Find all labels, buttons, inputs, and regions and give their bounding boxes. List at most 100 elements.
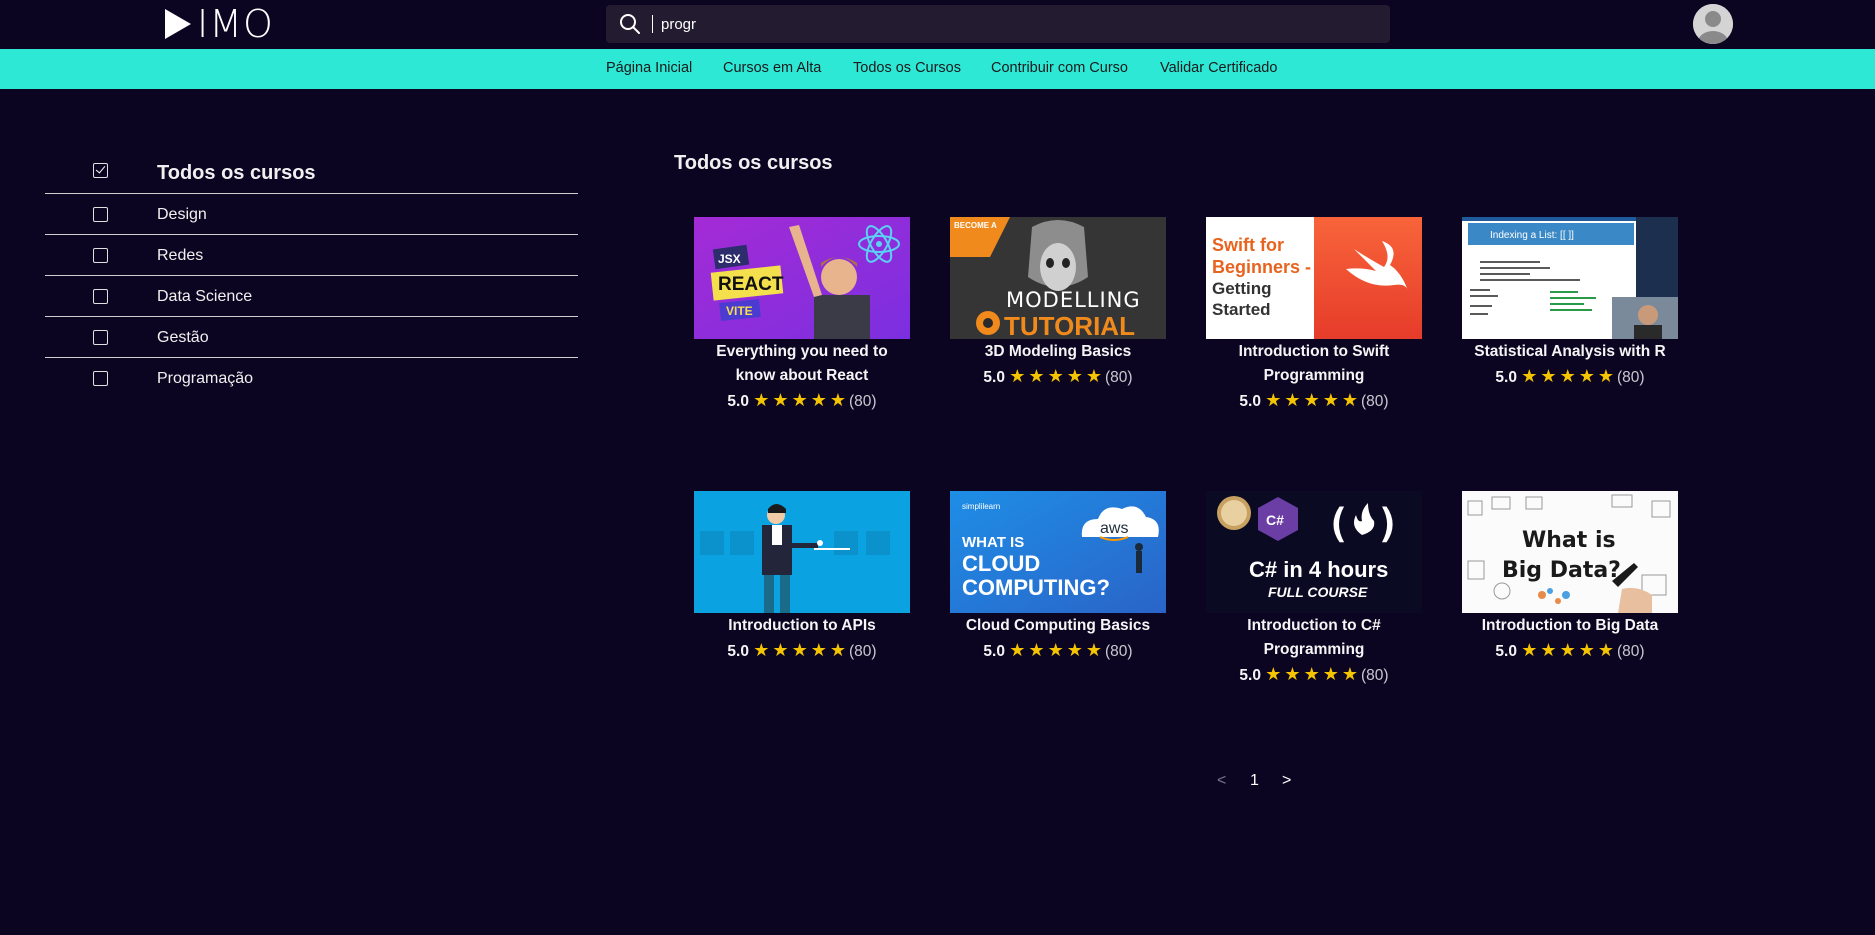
thumb-text: CLOUD bbox=[962, 551, 1040, 576]
star-rating-icon: ★★★★★ bbox=[753, 640, 849, 660]
star-rating-icon: ★★★★★ bbox=[1009, 640, 1105, 660]
thumb-text: REACT bbox=[718, 274, 784, 295]
thumb-text: Big Data? bbox=[1502, 558, 1621, 583]
star-rating-icon: ★★★★★ bbox=[1265, 664, 1361, 684]
thumb-text: VITE bbox=[726, 304, 753, 318]
checkbox[interactable] bbox=[93, 371, 108, 386]
category-item-todos[interactable]: Todos os cursos bbox=[45, 153, 578, 194]
star-rating-icon: ★★★★★ bbox=[1521, 366, 1617, 386]
section-title: Todos os cursos bbox=[674, 152, 833, 174]
course-card[interactable]: simplilearn WHAT IS CLOUD COMPUTING? aws… bbox=[950, 491, 1166, 664]
user-avatar-icon bbox=[1693, 4, 1733, 44]
nav-cursos-em-alta[interactable]: Cursos em Alta bbox=[723, 60, 821, 76]
main-nav: Página Inicial Cursos em Alta Todos os C… bbox=[0, 49, 1875, 89]
rating-score: 5.0 bbox=[1495, 643, 1517, 660]
course-card[interactable]: C# ( ) C# in 4 hours FULL COURSE Introdu… bbox=[1206, 491, 1422, 688]
course-card[interactable]: What is Big Data? Introduction to Big Da… bbox=[1462, 491, 1678, 664]
course-thumbnail[interactable]: C# ( ) C# in 4 hours FULL COURSE bbox=[1206, 491, 1422, 613]
course-thumbnail[interactable]: Indexing a List: [[ ]] bbox=[1462, 217, 1678, 339]
rating-score: 5.0 bbox=[983, 369, 1005, 386]
thumb-text: Indexing a List: [[ ]] bbox=[1490, 230, 1574, 241]
search-icon[interactable] bbox=[618, 12, 642, 36]
course-rating: 5.0 ★★★★★(80) bbox=[694, 638, 910, 664]
course-title[interactable]: Introduction to Swift Programming bbox=[1206, 340, 1422, 388]
nav-todos-os-cursos[interactable]: Todos os Cursos bbox=[853, 60, 961, 76]
category-label: Data Science bbox=[157, 288, 253, 305]
nav-validar-certificado[interactable]: Validar Certificado bbox=[1160, 60, 1277, 76]
category-label: Programação bbox=[157, 370, 254, 387]
thumb-text: TUTORIAL bbox=[1004, 311, 1135, 339]
rating-score: 5.0 bbox=[983, 643, 1005, 660]
nav-pagina-inicial[interactable]: Página Inicial bbox=[606, 60, 692, 76]
star-rating-icon: ★★★★★ bbox=[753, 390, 849, 410]
thumb-text: simplilearn bbox=[962, 502, 1000, 511]
course-card[interactable]: JSX REACT VITE Everything you need to kn… bbox=[694, 217, 910, 414]
pagination-next[interactable]: > bbox=[1282, 772, 1291, 790]
star-rating-icon: ★★★★★ bbox=[1521, 640, 1617, 660]
thumb-text: MODELLING bbox=[1006, 288, 1141, 312]
course-title[interactable]: Statistical Analysis with R bbox=[1462, 340, 1678, 364]
avatar[interactable] bbox=[1693, 4, 1733, 44]
thumb-text: aws bbox=[1100, 520, 1128, 537]
star-rating-icon: ★★★★★ bbox=[1265, 390, 1361, 410]
thumb-text: Beginners - bbox=[1212, 257, 1311, 277]
course-thumbnail[interactable] bbox=[694, 491, 910, 613]
course-title[interactable]: Introduction to Big Data bbox=[1462, 614, 1678, 638]
course-thumbnail[interactable]: BECOME A MODELLING TUTORIAL bbox=[950, 217, 1166, 339]
course-title[interactable]: Introduction to C# Programming bbox=[1206, 614, 1422, 662]
course-rating: 5.0 ★★★★★(80) bbox=[1206, 388, 1422, 414]
course-thumbnail[interactable]: Swift for Beginners - Getting Started bbox=[1206, 217, 1422, 339]
course-card[interactable]: BECOME A MODELLING TUTORIAL 3D Modeling … bbox=[950, 217, 1166, 390]
course-title[interactable]: Everything you need to know about React bbox=[694, 340, 910, 388]
search-input[interactable] bbox=[661, 15, 1361, 33]
pagination-page-1[interactable]: 1 bbox=[1250, 772, 1259, 790]
course-title[interactable]: 3D Modeling Basics bbox=[950, 340, 1166, 364]
course-title[interactable]: Cloud Computing Basics bbox=[950, 614, 1166, 638]
course-card[interactable]: Introduction to APIs 5.0 ★★★★★(80) bbox=[694, 491, 910, 664]
top-header: IMO bbox=[0, 0, 1875, 49]
course-rating: 5.0 ★★★★★(80) bbox=[1206, 662, 1422, 688]
course-thumbnail[interactable]: simplilearn WHAT IS CLOUD COMPUTING? aws bbox=[950, 491, 1166, 613]
thumb-text: COMPUTING? bbox=[962, 575, 1110, 600]
pagination-prev[interactable]: < bbox=[1217, 772, 1226, 790]
logo-text: IMO bbox=[197, 2, 274, 46]
svg-text:): ) bbox=[1376, 501, 1400, 547]
checkbox[interactable] bbox=[93, 330, 108, 345]
category-item-data-science[interactable]: Data Science bbox=[45, 276, 578, 317]
checkbox-checked[interactable] bbox=[93, 163, 108, 178]
star-rating-icon: ★★★★★ bbox=[1009, 366, 1105, 386]
rating-score: 5.0 bbox=[1495, 369, 1517, 386]
course-rating: 5.0 ★★★★★(80) bbox=[694, 388, 910, 414]
category-item-programacao[interactable]: Programação bbox=[45, 358, 578, 399]
thumb-text: C# in 4 hours bbox=[1249, 557, 1388, 582]
thumb-text: Swift for bbox=[1212, 235, 1284, 255]
course-thumbnail[interactable]: JSX REACT VITE bbox=[694, 217, 910, 339]
thumb-text: What is bbox=[1522, 528, 1616, 553]
category-item-redes[interactable]: Redes bbox=[45, 235, 578, 276]
category-label: Gestão bbox=[157, 329, 209, 346]
category-filter: Todos os cursos Design Redes Data Scienc… bbox=[45, 153, 578, 399]
rating-count: (80) bbox=[1104, 643, 1133, 660]
course-rating: 5.0 ★★★★★(80) bbox=[1462, 364, 1678, 390]
rating-count: (80) bbox=[1360, 393, 1389, 410]
course-title[interactable]: Introduction to APIs bbox=[694, 614, 910, 638]
category-label: Design bbox=[157, 206, 207, 223]
course-card[interactable]: Swift for Beginners - Getting Started In… bbox=[1206, 217, 1422, 414]
search-bar[interactable] bbox=[606, 5, 1390, 43]
course-thumbnail[interactable]: What is Big Data? bbox=[1462, 491, 1678, 613]
checkbox[interactable] bbox=[93, 248, 108, 263]
rating-count: (80) bbox=[1616, 369, 1645, 386]
logo[interactable]: IMO bbox=[163, 2, 274, 46]
course-card[interactable]: Indexing a List: [[ ]] Statistical Analy… bbox=[1462, 217, 1678, 390]
rating-score: 5.0 bbox=[1239, 393, 1261, 410]
thumb-text: C# bbox=[1266, 512, 1284, 528]
checkbox[interactable] bbox=[93, 289, 108, 304]
nav-contribuir-com-curso[interactable]: Contribuir com Curso bbox=[991, 60, 1128, 76]
thumb-text: Started bbox=[1212, 300, 1271, 319]
course-rating: 5.0 ★★★★★(80) bbox=[950, 364, 1166, 390]
category-item-gestao[interactable]: Gestão bbox=[45, 317, 578, 358]
thumb-text: Getting bbox=[1212, 279, 1272, 298]
checkbox[interactable] bbox=[93, 207, 108, 222]
rating-count: (80) bbox=[1360, 667, 1389, 684]
category-item-design[interactable]: Design bbox=[45, 194, 578, 235]
